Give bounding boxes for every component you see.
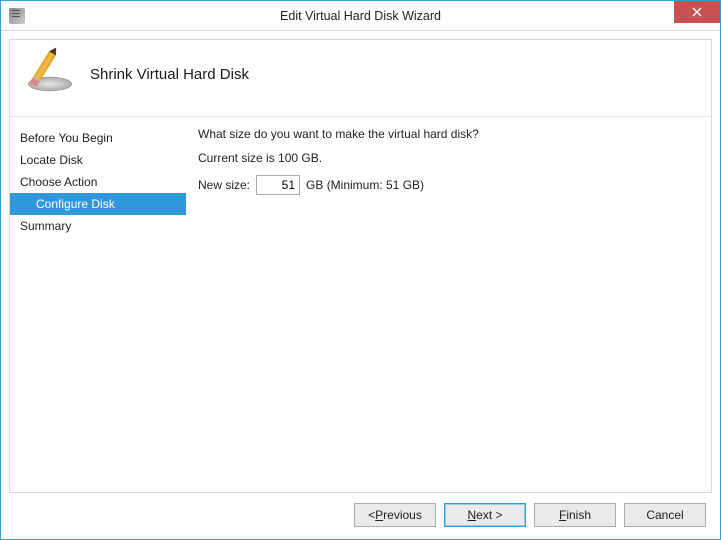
new-size-input[interactable]: [256, 175, 300, 195]
wizard-button-row: < Previous Next > Finish Cancel: [9, 493, 712, 531]
current-size-text: Current size is 100 GB.: [198, 151, 697, 165]
question-text: What size do you want to make the virtua…: [198, 127, 697, 141]
cancel-button[interactable]: Cancel: [624, 503, 706, 527]
disk-pencil-icon: [26, 54, 74, 94]
close-icon: [692, 7, 702, 17]
new-size-label: New size:: [198, 178, 250, 192]
new-size-unit-min: GB (Minimum: 51 GB): [306, 178, 424, 192]
close-button[interactable]: [674, 1, 720, 23]
step-summary[interactable]: Summary: [10, 215, 186, 237]
window-title: Edit Virtual Hard Disk Wizard: [1, 9, 720, 23]
step-locate-disk[interactable]: Locate Disk: [10, 149, 186, 171]
titlebar: Edit Virtual Hard Disk Wizard: [1, 1, 720, 31]
wizard-header: Shrink Virtual Hard Disk: [10, 40, 711, 117]
previous-button[interactable]: < Previous: [354, 503, 436, 527]
next-button[interactable]: Next >: [444, 503, 526, 527]
step-before-you-begin[interactable]: Before You Begin: [10, 127, 186, 149]
finish-button[interactable]: Finish: [534, 503, 616, 527]
app-icon: [9, 8, 25, 24]
wizard-body: Before You Begin Locate Disk Choose Acti…: [10, 117, 711, 492]
step-choose-action[interactable]: Choose Action: [10, 171, 186, 193]
wizard-steps-sidebar: Before You Begin Locate Disk Choose Acti…: [10, 117, 186, 492]
wizard-header-title: Shrink Virtual Hard Disk: [90, 66, 249, 83]
wizard-main-pane: What size do you want to make the virtua…: [186, 117, 711, 492]
new-size-row: New size: GB (Minimum: 51 GB): [198, 175, 697, 195]
wizard-panel: Shrink Virtual Hard Disk Before You Begi…: [9, 39, 712, 493]
content-area: Shrink Virtual Hard Disk Before You Begi…: [1, 31, 720, 539]
step-configure-disk[interactable]: Configure Disk: [10, 193, 186, 215]
